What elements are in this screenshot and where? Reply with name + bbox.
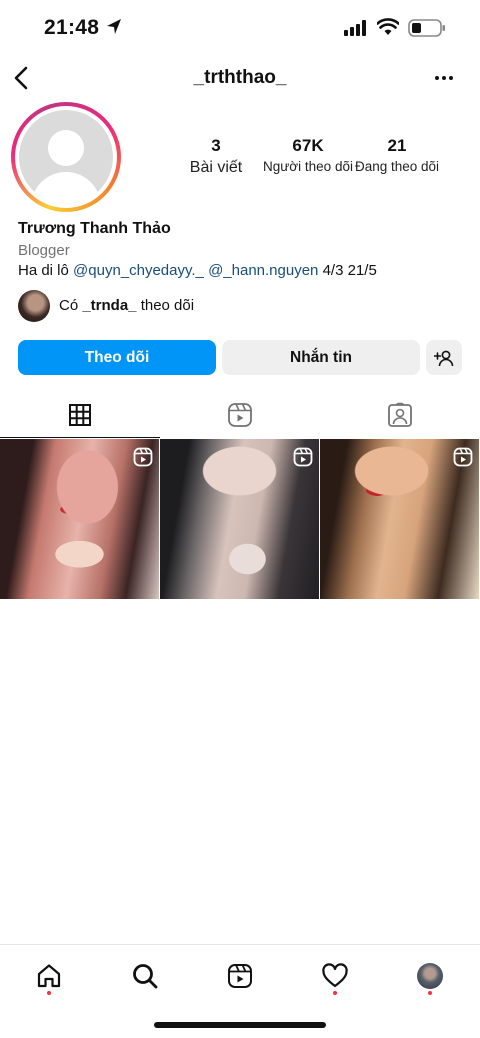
avatar bbox=[417, 963, 443, 989]
bio-mention-link[interactable]: @_hann.nguyen bbox=[208, 262, 318, 279]
profile-header: _trththao_ bbox=[0, 56, 480, 100]
stat-posts[interactable]: 3 Bài viết bbox=[176, 136, 256, 177]
reel-badge-icon bbox=[293, 447, 313, 467]
profile-category: Blogger bbox=[18, 242, 70, 259]
more-horizontal-icon[interactable] bbox=[432, 66, 456, 90]
post-thumbnail[interactable] bbox=[0, 439, 159, 599]
location-arrow-icon bbox=[107, 19, 121, 34]
status-bar: 21:48 bbox=[0, 0, 480, 56]
reel-badge-icon bbox=[133, 447, 153, 467]
avatar-body-shape bbox=[31, 172, 101, 204]
avatar-head-shape bbox=[48, 130, 84, 166]
grid-icon bbox=[69, 403, 91, 426]
profile-bio: Ha di lô @quyn_chyedayy._ @_hann.nguyen … bbox=[18, 262, 377, 279]
notification-dot bbox=[47, 991, 51, 995]
suggested-users-button[interactable] bbox=[426, 340, 462, 375]
wifi-icon bbox=[377, 18, 399, 35]
notification-dot bbox=[333, 991, 337, 995]
default-avatar-icon bbox=[19, 110, 113, 204]
posts-count: 3 bbox=[211, 136, 221, 155]
nav-reels[interactable] bbox=[223, 959, 257, 993]
reels-icon bbox=[228, 403, 252, 427]
followed-by-username: _trnda_ bbox=[82, 297, 137, 314]
post-thumbnail[interactable] bbox=[320, 439, 479, 599]
profile-username-title: _trththao_ bbox=[193, 67, 287, 88]
avatar-border bbox=[15, 106, 117, 208]
stat-followers[interactable]: 67K Người theo dõi bbox=[262, 136, 354, 174]
nav-home[interactable] bbox=[32, 959, 66, 993]
bio-mention-link[interactable]: @quyn_chyedayy._ bbox=[73, 262, 204, 279]
posts-label: Bài viết bbox=[189, 159, 243, 176]
followers-count: 67K bbox=[292, 136, 324, 155]
followers-label: Người theo dõi bbox=[263, 159, 353, 174]
follow-button[interactable]: Theo dõi bbox=[18, 340, 216, 375]
follower-avatar bbox=[18, 290, 50, 322]
search-icon bbox=[133, 964, 158, 989]
tab-tagged[interactable] bbox=[320, 392, 480, 438]
bio-text-prefix: Ha di lô bbox=[18, 262, 74, 279]
profile-tabs bbox=[0, 392, 480, 438]
reel-badge-icon bbox=[453, 447, 473, 467]
reels-icon bbox=[228, 964, 252, 988]
home-indicator bbox=[154, 1022, 326, 1028]
nav-search[interactable] bbox=[128, 959, 162, 993]
tab-posts[interactable] bbox=[0, 392, 160, 438]
nav-profile[interactable] bbox=[413, 959, 447, 993]
signal-icon bbox=[344, 20, 366, 36]
tagged-icon bbox=[388, 402, 412, 427]
battery-icon bbox=[408, 19, 445, 37]
post-thumbnail[interactable] bbox=[160, 439, 319, 599]
nav-activity[interactable] bbox=[318, 959, 352, 993]
followed-by-prefix: Có bbox=[59, 297, 83, 314]
notification-dot bbox=[428, 991, 432, 995]
followed-by-text: Có _trnda_ theo dõi bbox=[59, 297, 194, 314]
add-user-icon bbox=[434, 350, 454, 366]
tab-reels[interactable] bbox=[160, 392, 320, 438]
message-button[interactable]: Nhắn tin bbox=[222, 340, 420, 375]
posts-grid bbox=[0, 439, 480, 599]
profile-full-name: Trương Thanh Thảo bbox=[18, 220, 171, 237]
status-time: 21:48 bbox=[44, 16, 100, 39]
following-count: 21 bbox=[387, 136, 407, 155]
home-icon bbox=[37, 964, 61, 988]
profile-avatar[interactable] bbox=[11, 102, 121, 212]
heart-icon bbox=[322, 963, 348, 988]
stat-following[interactable]: 21 Đang theo dõi bbox=[354, 136, 440, 174]
bio-text-suffix: 4/3 21/5 bbox=[318, 262, 377, 279]
followed-by-suffix: theo dõi bbox=[136, 297, 195, 314]
following-label: Đang theo dõi bbox=[354, 159, 440, 174]
